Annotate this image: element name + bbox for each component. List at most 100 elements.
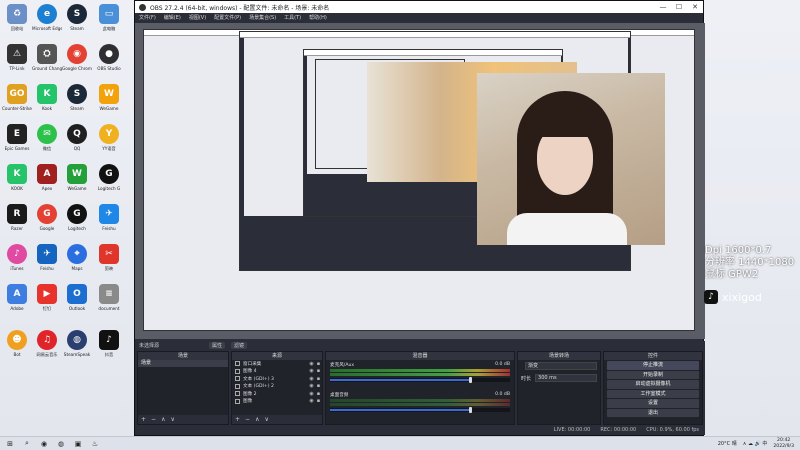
- desktop-icon[interactable]: ⌖ Maps: [62, 244, 92, 282]
- studio-mode-button[interactable]: 工作室模式: [607, 389, 699, 398]
- desktop-icon[interactable]: K KOOK: [2, 164, 32, 202]
- desktop-icon[interactable]: E Epic Games: [2, 124, 32, 162]
- move-up-button[interactable]: ∧: [161, 416, 165, 423]
- desktop-icon[interactable]: ♪ 抖音: [94, 330, 124, 368]
- lock-icon[interactable]: ▪: [315, 376, 322, 382]
- add-scene-button[interactable]: +: [141, 416, 146, 423]
- app-icon: ◉: [67, 44, 87, 64]
- desktop-icon[interactable]: S Steam: [62, 4, 92, 42]
- obs-titlebar[interactable]: OBS 27.2.4 (64-bit, windows) - 配置文件: 未命名…: [135, 1, 703, 13]
- desktop-icon[interactable]: ▭ 此电脑: [94, 4, 124, 42]
- maximize-button[interactable]: ☐: [671, 3, 687, 11]
- desktop-icon[interactable]: ♻ 回收站: [2, 4, 32, 42]
- menu-edit[interactable]: 编辑(E): [164, 14, 181, 21]
- lock-icon[interactable]: ▪: [315, 398, 322, 404]
- desktop-icon[interactable]: K Kook: [32, 84, 62, 122]
- desktop-icon[interactable]: ☻ Bot: [2, 330, 32, 368]
- eye-icon[interactable]: ◉: [308, 368, 315, 374]
- game-taskbar-icon[interactable]: ♨: [88, 438, 102, 450]
- menu-file[interactable]: 文件(F): [139, 14, 156, 21]
- move-down-button[interactable]: ∨: [170, 416, 174, 423]
- desktop-icon[interactable]: ◍ SteamSpeak: [62, 330, 92, 368]
- desktop-icon[interactable]: ▶ 钉钉: [32, 284, 62, 322]
- source-item[interactable]: 图像 ◉ ▪: [232, 398, 322, 406]
- volume-slider[interactable]: [330, 407, 510, 413]
- browser-taskbar-icon[interactable]: ◍: [54, 438, 68, 450]
- exit-button[interactable]: 退出: [607, 408, 699, 417]
- desktop-icon[interactable]: ✂ 剪映: [94, 244, 124, 282]
- desktop-icon[interactable]: A Apex: [32, 164, 62, 202]
- desktop-icon[interactable]: ◉ Google Chrome: [62, 44, 92, 82]
- desktop-icon[interactable]: ⛭ Ground Changer: [32, 44, 62, 82]
- search-icon[interactable]: ⌕: [20, 438, 34, 450]
- desktop-icon[interactable]: G Logitech: [62, 204, 92, 242]
- start-icon[interactable]: ⊞: [3, 438, 17, 450]
- desktop-icon[interactable]: A Adobe: [2, 284, 32, 322]
- obs-taskbar-icon[interactable]: ◉: [37, 438, 51, 450]
- transition-select[interactable]: 渐变: [525, 362, 597, 370]
- properties-button[interactable]: 属性: [209, 342, 226, 349]
- lock-icon[interactable]: ▪: [315, 391, 322, 397]
- volume-knob[interactable]: [469, 407, 473, 413]
- desktop-icon[interactable]: ⚠ TP-Link: [2, 44, 32, 82]
- desktop-icon[interactable]: ♫ 网易云音乐: [32, 330, 62, 368]
- filters-button[interactable]: 滤镜: [231, 342, 248, 349]
- volume-slider[interactable]: [330, 377, 510, 383]
- start-recording-button[interactable]: 开始录制: [607, 370, 699, 379]
- menu-help[interactable]: 帮助(H): [309, 14, 327, 21]
- desktop-icon[interactable]: e Microsoft Edge: [32, 4, 62, 42]
- eye-icon[interactable]: ◉: [308, 398, 315, 404]
- desktop-icon[interactable]: Q QQ: [62, 124, 92, 162]
- move-down-button[interactable]: ∨: [264, 416, 268, 423]
- lock-icon[interactable]: ▪: [315, 368, 322, 374]
- close-button[interactable]: ✕: [687, 3, 703, 11]
- desktop-icon-label: KOOK: [11, 186, 23, 191]
- desktop-icon[interactable]: G Logitech G: [94, 164, 124, 202]
- remove-source-button[interactable]: −: [245, 416, 250, 423]
- eye-icon[interactable]: ◉: [308, 361, 315, 367]
- weather-widget[interactable]: 20°C 晴: [718, 440, 737, 447]
- source-item[interactable]: 图像 2 ◉ ▪: [232, 390, 322, 398]
- scene-item[interactable]: 场景: [138, 360, 228, 367]
- lock-icon[interactable]: ▪: [315, 361, 322, 367]
- settings-button[interactable]: 设置: [607, 399, 699, 408]
- desktop-icon[interactable]: ✉ 微信: [32, 124, 62, 162]
- desktop-icon[interactable]: ≡ document: [94, 284, 124, 322]
- desktop-icon[interactable]: ✈ Feishu: [32, 244, 62, 282]
- desktop-icon[interactable]: G Google: [32, 204, 62, 242]
- clock[interactable]: 20:42 2022/9/3: [773, 438, 794, 449]
- desktop-icon-label: Feishu: [40, 266, 54, 271]
- desktop-icon[interactable]: R Razer: [2, 204, 32, 242]
- duration-input[interactable]: 300 ms: [535, 374, 597, 382]
- stop-streaming-button[interactable]: 停止推流: [607, 361, 699, 370]
- move-up-button[interactable]: ∧: [255, 416, 259, 423]
- source-item[interactable]: 文本 (GDI+) 3 ◉ ▪: [232, 375, 322, 383]
- volume-knob[interactable]: [469, 377, 473, 383]
- menu-scene-collection[interactable]: 场景集合(S): [249, 14, 276, 21]
- source-item[interactable]: 文本 (GDI+) 2 ◉ ▪: [232, 383, 322, 391]
- menu-profile[interactable]: 配置文件(P): [214, 14, 241, 21]
- desktop-icon[interactable]: S Steam: [62, 84, 92, 122]
- desktop-icon[interactable]: ♪ iTunes: [2, 244, 32, 282]
- add-source-button[interactable]: +: [235, 416, 240, 423]
- desktop-icon[interactable]: Y YY语音: [94, 124, 124, 162]
- eye-icon[interactable]: ◉: [308, 383, 315, 389]
- source-item[interactable]: 窗口采集 ◉ ▪: [232, 360, 322, 368]
- app-taskbar-icon[interactable]: ▣: [71, 438, 85, 450]
- desktop-icon[interactable]: ● OBS Studio: [94, 44, 124, 82]
- desktop-icon[interactable]: O Outlook: [62, 284, 92, 322]
- desktop-icon[interactable]: ✈ Feishu: [94, 204, 124, 242]
- menu-tools[interactable]: 工具(T): [284, 14, 301, 21]
- menu-view[interactable]: 视图(V): [189, 14, 206, 21]
- source-item[interactable]: 图像 4 ◉ ▪: [232, 368, 322, 376]
- remove-scene-button[interactable]: −: [151, 416, 156, 423]
- lock-icon[interactable]: ▪: [315, 383, 322, 389]
- eye-icon[interactable]: ◉: [308, 376, 315, 382]
- desktop-icon[interactable]: W WeGame: [62, 164, 92, 202]
- desktop-icon[interactable]: W WeGame: [94, 84, 124, 122]
- minimize-button[interactable]: —: [655, 3, 671, 11]
- desktop-icon[interactable]: GO Counter-Strike: [2, 84, 32, 122]
- eye-icon[interactable]: ◉: [308, 391, 315, 397]
- virtual-camera-button[interactable]: 启动虚拟摄像机: [607, 380, 699, 389]
- tray-icons[interactable]: ∧ ☁ 🔊 中: [743, 440, 768, 447]
